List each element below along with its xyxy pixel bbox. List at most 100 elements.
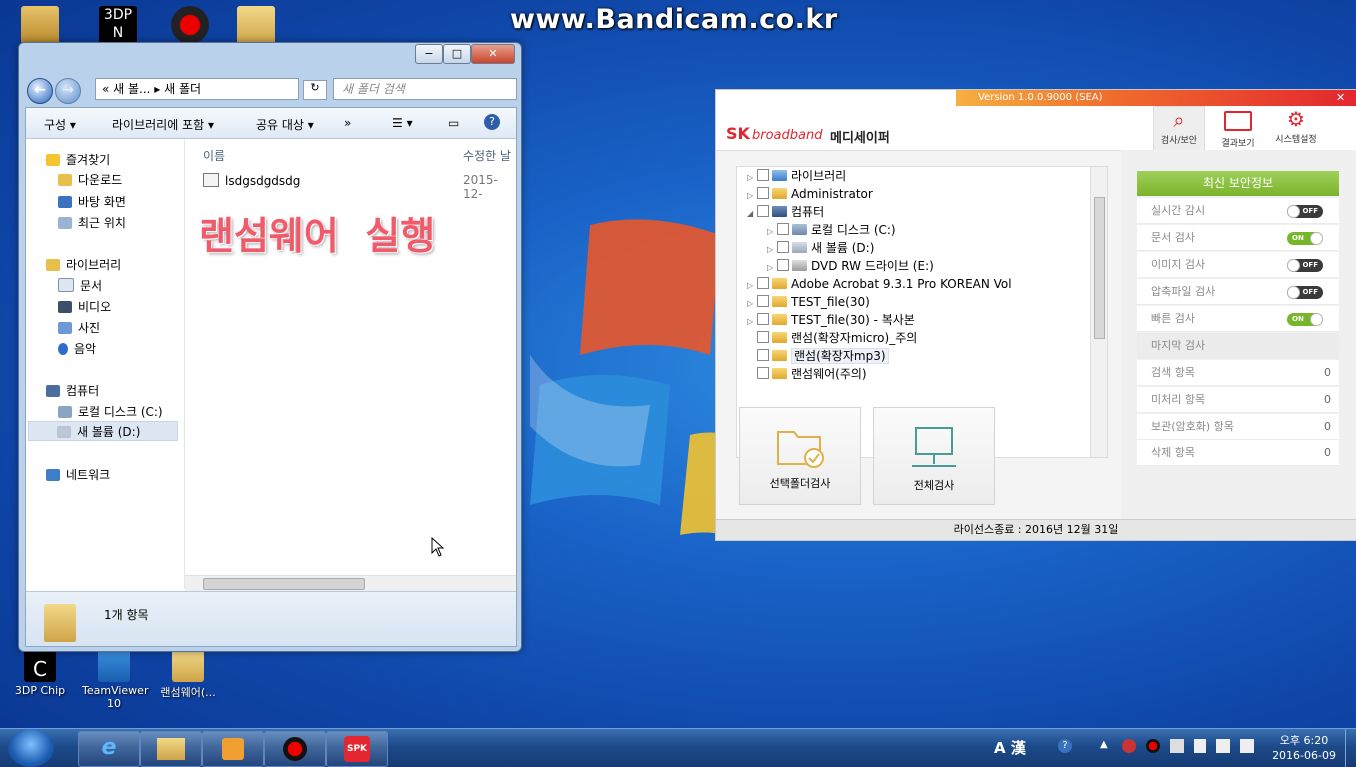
explorer-window[interactable]: − □ ✕ ← → « 새 볼... ▸ 새 폴더 ↻ 새 폴더 검색 구성 ▾… <box>18 42 522 652</box>
toggle-switch[interactable]: OFF <box>1287 286 1323 299</box>
tree-item[interactable]: ▷ 로컬 디스크 (C:) <box>767 221 896 239</box>
close-button[interactable]: ✕ <box>1336 91 1345 104</box>
preview-pane-icon[interactable]: ▭ <box>448 116 459 130</box>
organize-menu[interactable]: 구성 ▾ <box>44 116 76 133</box>
tree-item[interactable]: ▷ TEST_file(30) <box>747 293 870 311</box>
checkbox[interactable] <box>757 331 769 343</box>
nav-recent[interactable]: 최근 위치 <box>58 214 126 231</box>
nav-network[interactable]: 네트워크 <box>46 466 110 483</box>
volume-icon[interactable] <box>1240 739 1254 753</box>
help-icon[interactable]: ? <box>1058 739 1072 753</box>
tool-settings[interactable]: ⚙ 시스템설정 <box>1271 106 1321 145</box>
desktop-icon-bandicam[interactable] <box>158 6 222 46</box>
checkbox[interactable] <box>757 169 769 181</box>
taskbar-ie[interactable]: e <box>78 731 140 767</box>
tree-item[interactable]: ▷ 라이브러리 <box>747 167 846 185</box>
latest-security-info-button[interactable]: 최신 보안정보 <box>1137 171 1339 196</box>
refresh-icon[interactable]: ↻ <box>303 80 327 100</box>
nav-new-volume[interactable]: 새 볼륨 (D:) <box>28 421 178 441</box>
desktop-icon-3dp[interactable]: 3DP N <box>86 6 150 46</box>
tree-item[interactable]: ▷ Administrator <box>747 185 873 203</box>
checkbox[interactable] <box>757 295 769 307</box>
minimize-button[interactable]: − <box>415 44 443 64</box>
nav-favorites[interactable]: 즐겨찾기 <box>46 151 110 168</box>
tray-app-icon[interactable] <box>1122 739 1136 753</box>
back-button[interactable]: ← <box>27 78 53 104</box>
checkbox[interactable] <box>777 241 789 253</box>
nav-music[interactable]: 음악 <box>58 340 96 357</box>
desktop-icon-zip[interactable] <box>224 6 288 46</box>
setting-archive-scan[interactable]: 압축파일 검사 OFF <box>1137 279 1339 305</box>
maximize-button[interactable]: □ <box>443 44 471 64</box>
usb-icon[interactable] <box>1194 739 1206 753</box>
checkbox[interactable] <box>757 205 769 217</box>
scrollbar-thumb[interactable] <box>203 578 365 590</box>
checkbox[interactable] <box>777 259 789 271</box>
start-button[interactable] <box>8 729 54 767</box>
setting-image-scan[interactable]: 이미지 검사 OFF <box>1137 252 1339 278</box>
desktop-icon-ransom-folder[interactable]: 랜섬웨어(... <box>156 650 220 700</box>
toggle-switch[interactable]: OFF <box>1287 205 1323 218</box>
close-button[interactable]: ✕ <box>471 44 515 64</box>
nav-downloads[interactable]: 다운로드 <box>58 171 122 188</box>
tree-item[interactable]: ▷ 새 볼륨 (D:) <box>767 239 874 257</box>
checkbox[interactable] <box>777 223 789 235</box>
taskbar-explorer[interactable] <box>140 731 202 767</box>
network-icon[interactable] <box>1216 739 1230 753</box>
ime-indicator[interactable]: A 漢 <box>994 737 1026 758</box>
explorer-titlebar[interactable]: − □ ✕ <box>19 43 521 67</box>
tool-results[interactable]: 결과보기 <box>1213 106 1263 149</box>
taskbar-media-player[interactable] <box>202 731 264 767</box>
checkbox[interactable] <box>757 313 769 325</box>
more-commands[interactable]: » <box>344 116 351 130</box>
nav-pictures[interactable]: 사진 <box>58 319 100 336</box>
help-icon[interactable]: ? <box>484 114 500 130</box>
desktop-icon-3dp-chip[interactable]: C 3DP Chip <box>8 650 72 697</box>
tree-item[interactable]: ▷ DVD RW 드라이브 (E:) <box>767 257 934 275</box>
toggle-switch[interactable]: OFF <box>1287 259 1323 272</box>
scan-selected-folder-button[interactable]: 선택폴더검사 <box>739 407 861 505</box>
tree-item[interactable]: 랜섬(확장자mp3) <box>747 347 889 365</box>
checkbox[interactable] <box>757 187 769 199</box>
show-desktop-button[interactable] <box>1345 729 1356 767</box>
column-name[interactable]: 이름 <box>203 147 225 164</box>
full-scan-button[interactable]: 전체검사 <box>873 407 995 505</box>
setting-realtime[interactable]: 실시간 감시 OFF <box>1137 198 1339 224</box>
toggle-switch[interactable]: ON <box>1287 232 1323 245</box>
nav-desktop[interactable]: 바탕 화면 <box>58 193 126 210</box>
nav-computer[interactable]: 컴퓨터 <box>46 382 99 399</box>
nav-videos[interactable]: 비디오 <box>58 298 111 315</box>
search-input[interactable]: 새 폴더 검색 <box>333 78 517 100</box>
tool-scan-security[interactable]: ⌕ 검사/보안 <box>1153 106 1205 152</box>
checkbox[interactable] <box>757 277 769 289</box>
action-center-icon[interactable] <box>1170 739 1184 753</box>
forward-button[interactable]: → <box>55 78 81 104</box>
share-menu[interactable]: 공유 대상 ▾ <box>256 116 314 133</box>
tree-item[interactable]: ◢ 컴퓨터 <box>747 203 824 221</box>
show-hidden-icons[interactable]: ▲ <box>1100 739 1108 750</box>
checkbox[interactable] <box>757 349 769 361</box>
checkbox[interactable] <box>757 367 769 379</box>
tree-item[interactable]: 랜섬(확장자micro)_주의 <box>747 329 917 347</box>
tree-item[interactable]: ▷ TEST_file(30) - 복사본 <box>747 311 915 329</box>
nav-libraries[interactable]: 라이브러리 <box>46 256 121 273</box>
tree-item[interactable]: ▷ Adobe Acrobat 9.3.1 Pro KOREAN Vol <box>747 275 1012 293</box>
medisafer-window[interactable]: Version 1.0.0.9000 (SEA) ✕ SK broadband … <box>715 89 1356 541</box>
include-library-menu[interactable]: 라이브러리에 포함 ▾ <box>112 116 214 133</box>
setting-quick-scan[interactable]: 빠른 검사 ON <box>1137 306 1339 332</box>
taskbar-spk[interactable]: SPK <box>326 731 388 767</box>
record-icon[interactable] <box>1146 739 1160 753</box>
taskbar-bandicam[interactable] <box>264 731 326 767</box>
desktop-icon-teamviewer[interactable]: TeamViewer 10 <box>82 650 148 710</box>
desktop-icon-user[interactable] <box>8 6 72 46</box>
file-row[interactable]: lsdgsdgdsdg <box>203 173 300 188</box>
view-options-icon[interactable]: ☰ ▾ <box>392 116 413 130</box>
tree-item[interactable]: 랜섬웨어(주의) <box>747 365 867 383</box>
horizontal-scrollbar[interactable] <box>185 575 516 591</box>
address-box[interactable]: « 새 볼... ▸ 새 폴더 <box>95 78 299 100</box>
setting-document-scan[interactable]: 문서 검사 ON <box>1137 225 1339 251</box>
scrollbar-thumb[interactable] <box>1094 197 1105 339</box>
column-modified[interactable]: 수정한 날 <box>463 147 511 164</box>
nav-local-disk[interactable]: 로컬 디스크 (C:) <box>58 403 163 420</box>
toggle-switch[interactable]: ON <box>1287 313 1323 326</box>
